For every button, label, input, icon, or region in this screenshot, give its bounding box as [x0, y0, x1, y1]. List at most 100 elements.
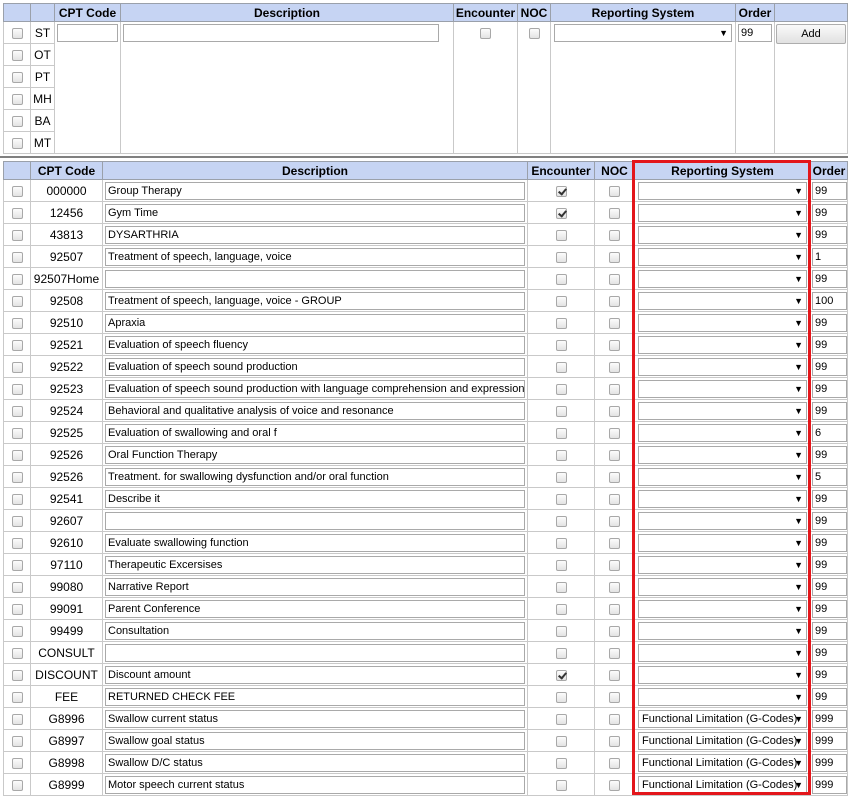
- reporting-system-select[interactable]: ▼: [638, 313, 807, 332]
- reporting-system-select[interactable]: ▼: [638, 511, 807, 530]
- noc-checkbox[interactable]: [609, 449, 620, 461]
- row-select-checkbox[interactable]: [11, 559, 23, 571]
- row-select-checkbox[interactable]: [11, 757, 23, 769]
- reporting-system-select[interactable]: ▼: [638, 225, 807, 244]
- encounter-checkbox[interactable]: [480, 28, 491, 40]
- row-select-checkbox[interactable]: [11, 625, 23, 637]
- noc-checkbox[interactable]: [609, 361, 620, 373]
- description-input[interactable]: Treatment of speech, language, voice - G…: [105, 291, 525, 310]
- reporting-system-select[interactable]: ▼: [638, 467, 807, 486]
- encounter-checkbox[interactable]: [555, 449, 567, 461]
- order-input[interactable]: 99: [812, 511, 847, 530]
- description-input[interactable]: Swallow current status: [105, 709, 525, 728]
- noc-checkbox[interactable]: [609, 625, 620, 637]
- reporting-system-select[interactable]: ▼: [638, 203, 807, 222]
- description-input[interactable]: Oral Function Therapy: [105, 445, 525, 464]
- reporting-system-select[interactable]: ▼: [638, 577, 807, 596]
- description-input[interactable]: Evaluate swallowing function: [105, 533, 525, 552]
- encounter-checkbox[interactable]: [555, 735, 567, 747]
- description-input[interactable]: Describe it: [105, 489, 525, 508]
- encounter-checkbox[interactable]: [555, 713, 567, 725]
- encounter-checkbox[interactable]: [555, 471, 567, 483]
- encounter-checkbox[interactable]: [555, 339, 567, 351]
- encounter-checkbox[interactable]: [555, 383, 567, 395]
- row-select-checkbox[interactable]: [11, 361, 23, 373]
- reporting-system-select[interactable]: ▼: [638, 665, 807, 684]
- description-input[interactable]: Evaluation of swallowing and oral f: [105, 423, 525, 442]
- encounter-checkbox[interactable]: [555, 185, 567, 197]
- order-input[interactable]: 5: [812, 467, 847, 486]
- order-input[interactable]: 99: [738, 24, 772, 42]
- encounter-checkbox[interactable]: [555, 691, 567, 703]
- noc-checkbox[interactable]: [609, 647, 620, 659]
- order-input[interactable]: 99: [812, 533, 847, 552]
- row-select-checkbox[interactable]: [11, 669, 23, 681]
- noc-checkbox[interactable]: [609, 537, 620, 549]
- order-input[interactable]: 99: [812, 313, 847, 332]
- description-input[interactable]: Motor speech current status: [105, 775, 525, 794]
- encounter-checkbox[interactable]: [555, 647, 567, 659]
- order-input[interactable]: 99: [812, 401, 847, 420]
- row-select-checkbox[interactable]: [11, 405, 23, 417]
- description-input[interactable]: Behavioral and qualitative analysis of v…: [105, 401, 525, 420]
- noc-checkbox[interactable]: [609, 603, 620, 615]
- encounter-checkbox[interactable]: [555, 559, 567, 571]
- encounter-checkbox[interactable]: [555, 515, 567, 527]
- description-input[interactable]: Therapeutic Excersises: [105, 555, 525, 574]
- reporting-system-select[interactable]: ▼: [638, 335, 807, 354]
- order-input[interactable]: 99: [812, 445, 847, 464]
- reporting-system-select[interactable]: ▼: [638, 269, 807, 288]
- discipline-checkbox[interactable]: [11, 115, 23, 127]
- row-select-checkbox[interactable]: [11, 207, 23, 219]
- noc-checkbox[interactable]: [609, 757, 620, 769]
- noc-checkbox[interactable]: [609, 735, 620, 747]
- order-input[interactable]: 99: [812, 621, 847, 640]
- row-select-checkbox[interactable]: [11, 185, 23, 197]
- row-select-checkbox[interactable]: [11, 735, 23, 747]
- encounter-checkbox[interactable]: [555, 295, 567, 307]
- reporting-system-select[interactable]: ▼: [554, 24, 732, 42]
- noc-checkbox[interactable]: [609, 669, 620, 681]
- order-input[interactable]: 99: [812, 577, 847, 596]
- description-input[interactable]: Gym Time: [105, 203, 525, 222]
- reporting-system-select[interactable]: ▼: [638, 621, 807, 640]
- encounter-checkbox[interactable]: [555, 581, 567, 593]
- row-select-checkbox[interactable]: [11, 251, 23, 263]
- noc-checkbox[interactable]: [609, 515, 620, 527]
- reporting-system-select[interactable]: ▼: [638, 181, 807, 200]
- row-select-checkbox[interactable]: [11, 295, 23, 307]
- description-input[interactable]: DYSARTHRIA: [105, 225, 525, 244]
- discipline-checkbox[interactable]: [11, 93, 23, 105]
- discipline-checkbox[interactable]: [11, 49, 23, 61]
- encounter-checkbox[interactable]: [555, 251, 567, 263]
- row-select-checkbox[interactable]: [11, 515, 23, 527]
- description-input[interactable]: Parent Conference: [105, 599, 525, 618]
- order-input[interactable]: 999: [812, 775, 847, 794]
- row-select-checkbox[interactable]: [11, 713, 23, 725]
- encounter-checkbox[interactable]: [555, 207, 567, 219]
- description-input[interactable]: [105, 511, 525, 530]
- noc-checkbox[interactable]: [609, 779, 620, 791]
- description-input[interactable]: [105, 643, 525, 662]
- order-input[interactable]: 99: [812, 555, 847, 574]
- encounter-checkbox[interactable]: [555, 537, 567, 549]
- encounter-checkbox[interactable]: [555, 625, 567, 637]
- encounter-checkbox[interactable]: [555, 493, 567, 505]
- encounter-checkbox[interactable]: [555, 669, 567, 681]
- row-select-checkbox[interactable]: [11, 273, 23, 285]
- description-input[interactable]: Treatment. for swallowing dysfunction an…: [105, 467, 525, 486]
- order-input[interactable]: 99: [812, 489, 847, 508]
- reporting-system-select[interactable]: ▼: [638, 401, 807, 420]
- order-input[interactable]: 99: [812, 599, 847, 618]
- encounter-checkbox[interactable]: [555, 317, 567, 329]
- row-select-checkbox[interactable]: [11, 449, 23, 461]
- noc-checkbox[interactable]: [609, 185, 620, 197]
- noc-checkbox[interactable]: [609, 207, 620, 219]
- order-input[interactable]: 99: [812, 203, 847, 222]
- order-input[interactable]: 6: [812, 423, 847, 442]
- noc-checkbox[interactable]: [609, 251, 620, 263]
- order-input[interactable]: 99: [812, 181, 847, 200]
- noc-checkbox[interactable]: [609, 405, 620, 417]
- row-select-checkbox[interactable]: [11, 691, 23, 703]
- order-input[interactable]: 99: [812, 687, 847, 706]
